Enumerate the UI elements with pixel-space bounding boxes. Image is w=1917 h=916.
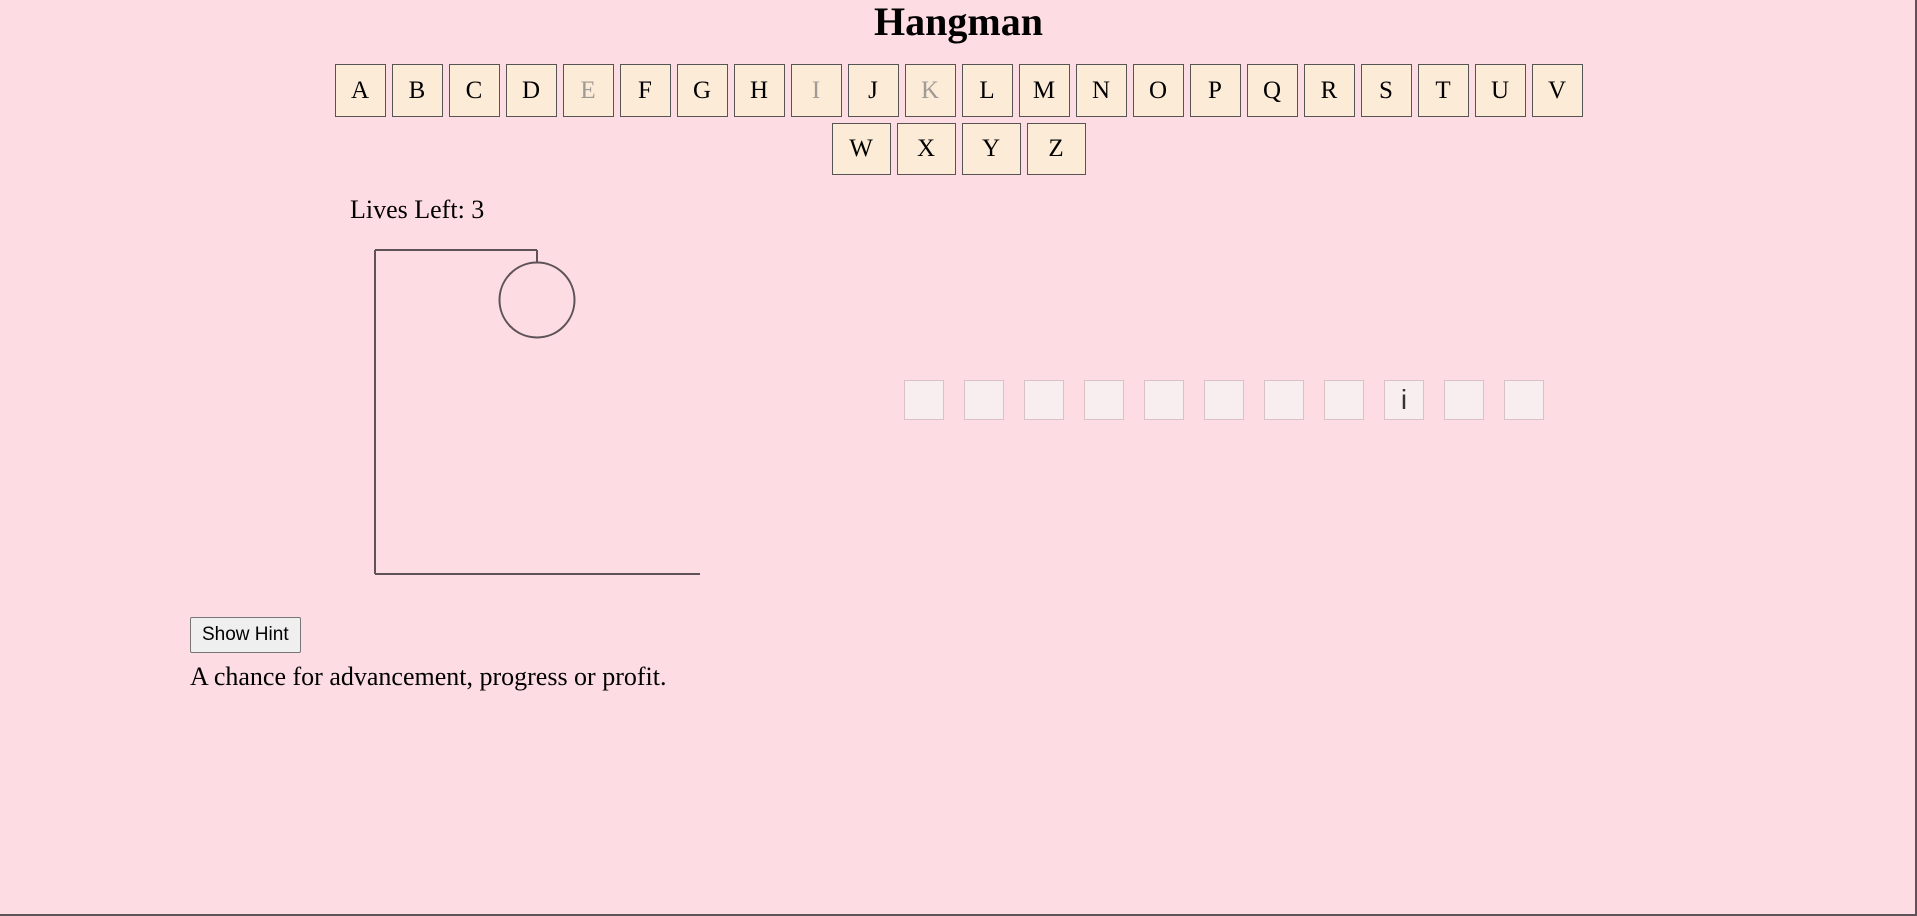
letter-slot	[1024, 380, 1064, 420]
hangman-head	[498, 261, 576, 339]
key-y[interactable]: Y	[961, 123, 1021, 175]
key-f[interactable]: F	[619, 64, 671, 117]
letter-slot: i	[1384, 380, 1424, 420]
key-u[interactable]: U	[1474, 64, 1526, 117]
key-p[interactable]: P	[1189, 64, 1241, 117]
letter-slot	[964, 380, 1004, 420]
key-x[interactable]: X	[896, 123, 956, 175]
key-m[interactable]: M	[1018, 64, 1070, 117]
key-h[interactable]: H	[733, 64, 785, 117]
key-j[interactable]: J	[847, 64, 899, 117]
hint-text: A chance for advancement, progress or pr…	[190, 662, 667, 691]
page-title: Hangman	[874, 0, 1043, 44]
key-e: E	[562, 64, 614, 117]
keyboard-row-1: ABCDEFGHIJKLMNOPQRSTUV	[0, 64, 1917, 117]
hangman-drawing	[374, 249, 700, 575]
key-l[interactable]: L	[961, 64, 1013, 117]
key-k: K	[904, 64, 956, 117]
key-b[interactable]: B	[391, 64, 443, 117]
word-slots: i	[904, 380, 1544, 420]
letter-slot	[1204, 380, 1244, 420]
key-c[interactable]: C	[448, 64, 500, 117]
key-o[interactable]: O	[1132, 64, 1184, 117]
key-z[interactable]: Z	[1026, 123, 1086, 175]
letter-slot	[904, 380, 944, 420]
key-d[interactable]: D	[505, 64, 557, 117]
key-w[interactable]: W	[831, 123, 891, 175]
key-n[interactable]: N	[1075, 64, 1127, 117]
letter-slot	[1264, 380, 1304, 420]
letter-slot	[1144, 380, 1184, 420]
key-v[interactable]: V	[1531, 64, 1583, 117]
key-s[interactable]: S	[1360, 64, 1412, 117]
key-i: I	[790, 64, 842, 117]
key-r[interactable]: R	[1303, 64, 1355, 117]
lives-left-label: Lives Left: 3	[350, 195, 485, 224]
key-g[interactable]: G	[676, 64, 728, 117]
key-q[interactable]: Q	[1246, 64, 1298, 117]
letter-slot	[1324, 380, 1364, 420]
keyboard-row-2: WXYZ	[0, 123, 1917, 175]
show-hint-button[interactable]: Show Hint	[190, 617, 301, 653]
key-a[interactable]: A	[334, 64, 386, 117]
letter-slot	[1444, 380, 1484, 420]
letter-slot	[1504, 380, 1544, 420]
letter-slot	[1084, 380, 1124, 420]
key-t[interactable]: T	[1417, 64, 1469, 117]
